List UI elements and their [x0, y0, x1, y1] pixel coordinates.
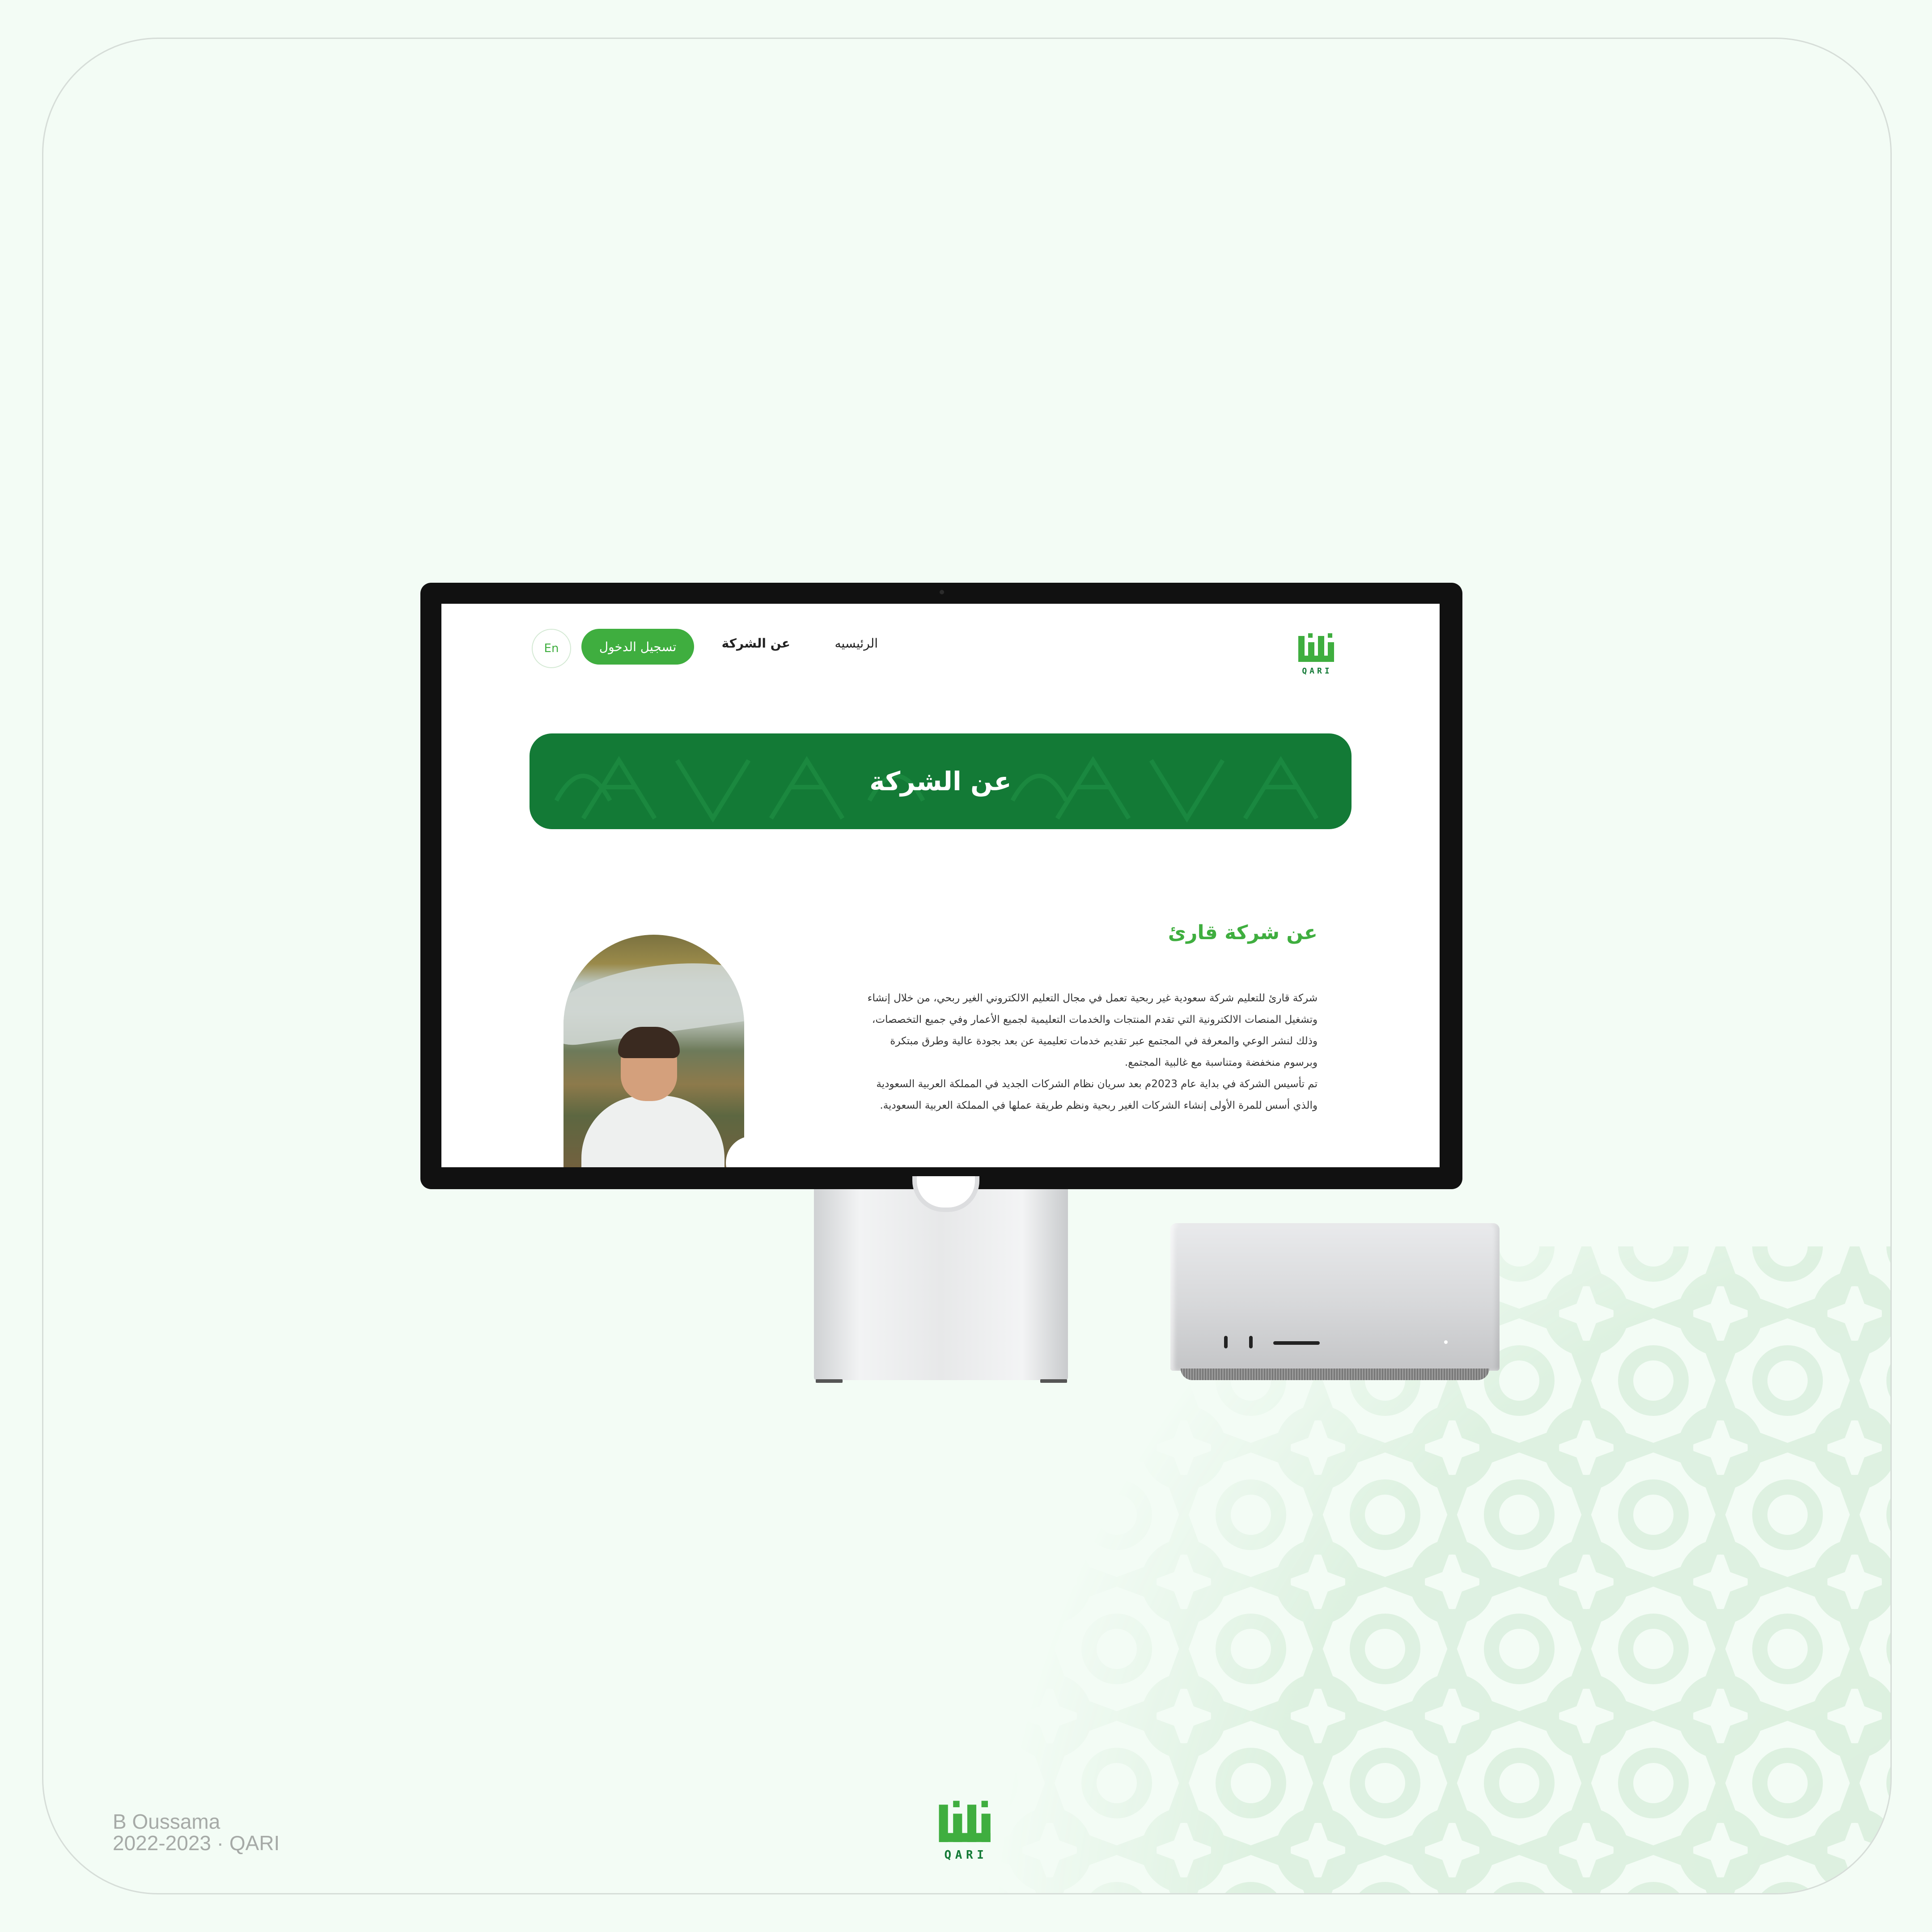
nav-home-link[interactable]: الرئيسيه [835, 636, 878, 651]
mac-studio-vents [1181, 1368, 1489, 1380]
sd-slot [1273, 1341, 1320, 1345]
hero-banner: عن الشركة [530, 733, 1352, 829]
qari-logo-icon[interactable]: QARI [1295, 631, 1339, 675]
website-screen: QARI الرئيسيه عن الشركة تسجيل الدخول En … [441, 604, 1440, 1167]
monitor: QARI الرئيسيه عن الشركة تسجيل الدخول En … [420, 583, 1462, 1189]
footer-logo-wordmark: QARI [945, 1848, 988, 1861]
about-paragraph-1: شركة قارئ للتعليم شركة سعودية غير ربحية … [867, 992, 1318, 1068]
qari-logo-icon: QARI [939, 1801, 991, 1861]
about-text: شركة قارئ للتعليم شركة سعودية غير ربحية … [866, 987, 1318, 1116]
about-image [564, 935, 744, 1167]
nav-about-link[interactable]: عن الشركة [722, 636, 790, 651]
usb-port [1249, 1336, 1253, 1348]
monitor-camera [940, 590, 944, 594]
hero-title: عن الشركة [869, 766, 1012, 797]
stand-foot-right [1040, 1379, 1067, 1383]
about-heading: عن شركة قارئ [1168, 921, 1318, 944]
power-led [1444, 1340, 1448, 1344]
author-credit: B Oussama [113, 1810, 220, 1833]
project-credit: 2022-2023 · QARI [113, 1831, 280, 1855]
logo-wordmark: QARI [1302, 666, 1332, 675]
stand-foot-left [816, 1379, 843, 1383]
monitor-stand [814, 1188, 1068, 1380]
language-toggle[interactable]: En [532, 629, 571, 668]
site-navbar: QARI الرئيسيه عن الشركة تسجيل الدخول En [441, 604, 1440, 693]
about-paragraph-2: تم تأسيس الشركة في بداية عام 2023م بعد س… [876, 1078, 1318, 1111]
mac-studio [1170, 1223, 1500, 1371]
login-button[interactable]: تسجيل الدخول [581, 629, 694, 665]
usb-port [1224, 1336, 1228, 1348]
